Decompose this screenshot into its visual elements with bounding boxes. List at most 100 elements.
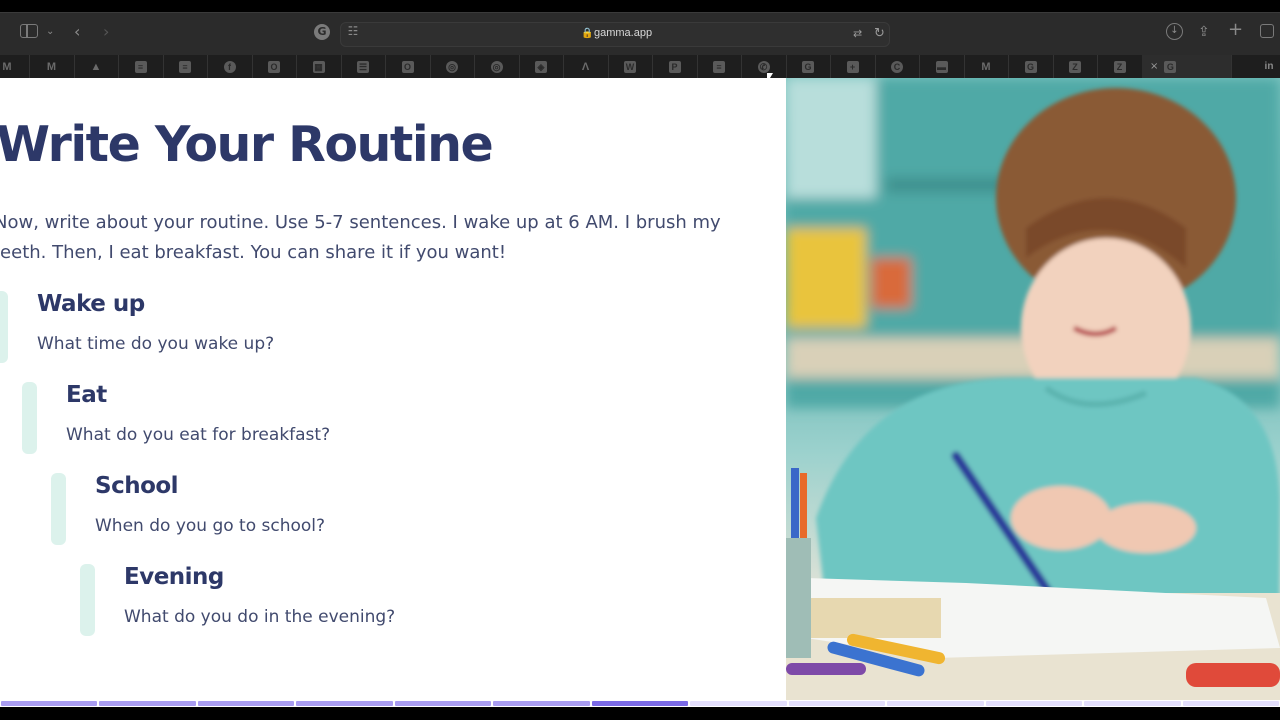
browser-tab[interactable]: Λ (564, 55, 609, 78)
lines-app-icon: ☰ (357, 60, 369, 73)
progress-segment[interactable] (690, 701, 787, 706)
browser-tab[interactable]: ◎ (430, 55, 475, 78)
browser-tab[interactable]: ☰ (341, 55, 386, 78)
browser-tab[interactable]: P (653, 55, 698, 78)
browser-tab[interactable]: ≡ (119, 55, 164, 78)
browser-tab[interactable]: Z (1098, 55, 1143, 78)
browser-tab-active[interactable]: ×GDay, Your... (1138, 55, 1232, 103)
grammarly-icon[interactable]: G (314, 24, 330, 40)
grid-app-icon: ▦ (312, 60, 325, 73)
progress-segment[interactable] (296, 701, 393, 706)
sidebar-toggle-icon[interactable] (20, 24, 38, 38)
reload-icon[interactable]: ↻ (874, 26, 885, 41)
google-docs-icon: ≡ (134, 60, 147, 73)
close-tab-icon[interactable]: × (1150, 61, 1158, 72)
progress-segment[interactable] (1, 701, 98, 706)
step-accent-bar (51, 473, 66, 545)
google-docs-icon: ≡ (713, 60, 725, 73)
browser-tab[interactable]: M (964, 55, 1009, 78)
target-app-icon: ◎ (490, 60, 503, 73)
step-question: What time do you wake up? (37, 334, 275, 354)
slide-canvas: Write Your Routine Now, write about your… (0, 78, 1280, 700)
screen-bottom-edge (0, 707, 1280, 720)
new-tab-icon[interactable]: + (1228, 20, 1243, 40)
browser-tab[interactable]: W (608, 55, 653, 78)
browser-tab[interactable]: M (0, 55, 30, 78)
target-app-icon: ◎ (446, 60, 458, 73)
step-question: When do you go to school? (95, 516, 326, 536)
facebook-icon: f (223, 60, 236, 73)
g-app-icon: G (802, 60, 814, 73)
word-icon: W (624, 60, 636, 73)
progress-segment[interactable] (985, 701, 1083, 706)
progress-segment[interactable] (1084, 701, 1181, 706)
browser-tab[interactable]: ▦ (297, 55, 342, 78)
progress-segment[interactable] (99, 701, 196, 706)
browser-tab[interactable]: G (786, 55, 831, 78)
app-icon: O (268, 60, 280, 73)
download-icon[interactable]: ↓ (1166, 23, 1183, 40)
browser-tab[interactable]: in (1258, 55, 1280, 78)
browser-tab[interactable]: G (1009, 55, 1054, 78)
progress-segment[interactable] (197, 701, 295, 706)
slide-title: Write Your Routine (0, 116, 494, 173)
step-heading: Wake up (37, 291, 145, 317)
gamma-icon: G (1164, 60, 1177, 73)
step-accent-bar (0, 291, 8, 363)
progress-segment[interactable] (788, 701, 886, 706)
step-question: What do you do in the evening? (124, 607, 396, 627)
progress-segment[interactable] (887, 701, 984, 706)
slide-intro: Now, write about your routine. Use 5-7 s… (0, 208, 734, 268)
z-app-icon: Z (1113, 60, 1126, 73)
step-heading: Eat (66, 382, 107, 408)
step-heading: Evening (124, 564, 224, 590)
browser-tab[interactable]: ◎ (475, 55, 520, 78)
browser-tab[interactable]: ≡ (697, 55, 742, 78)
g-app-icon: G (1024, 60, 1037, 73)
share-icon[interactable]: ⇪ (1198, 22, 1210, 42)
triangle-app-icon: Λ (581, 60, 590, 73)
tab-bar: MM▲≡≡fO▦☰O◎◎◈ΛWP≡✆G+C▬MGZZ×GDay, Your...… (0, 55, 1280, 103)
browser-tab[interactable]: ◈ (519, 55, 564, 78)
linkedin-icon: in (1264, 60, 1274, 72)
app-icon: ▬ (935, 60, 948, 73)
browser-tab[interactable]: O (386, 55, 431, 78)
intro-line-1: Now, write about your routine. Use 5-7 s… (0, 212, 721, 233)
browser-tab[interactable]: f (208, 55, 253, 78)
browser-tab[interactable]: ≡ (163, 55, 208, 78)
whatsapp-icon: ✆ (757, 60, 770, 73)
browser-toolbar: ⌄ ‹ › G 🔒 gamma.app ⇄ ↻ ☷ ↓ ⇪ + (0, 12, 1280, 55)
reader-view-icon[interactable]: ☷ (346, 24, 360, 38)
browser-tab[interactable]: O (252, 55, 297, 78)
forward-arrow-icon[interactable]: › (103, 22, 109, 42)
browser-tab[interactable]: ▬ (920, 55, 965, 78)
browser-tab[interactable]: M (30, 55, 75, 78)
browser-tab[interactable]: C (875, 55, 920, 78)
tab-overview-icon[interactable] (1260, 24, 1274, 38)
slide-progress-bar (0, 700, 1280, 707)
back-arrow-icon[interactable]: ‹ (74, 22, 80, 42)
slide-image[interactable] (786, 78, 1280, 700)
progress-segment[interactable] (493, 701, 590, 706)
progress-segment[interactable] (394, 701, 492, 706)
gmail-icon: M (981, 60, 991, 73)
google-drive-icon: ▲ (90, 60, 102, 73)
mouse-cursor (767, 73, 773, 83)
progress-segment-current[interactable] (591, 701, 689, 706)
z-app-icon: Z (1069, 60, 1081, 73)
app-icon: ◈ (535, 60, 547, 73)
browser-tab[interactable]: ✆ (742, 55, 787, 78)
step-question: What do you eat for breakfast? (66, 425, 331, 445)
url-text[interactable]: gamma.app (594, 27, 652, 39)
browser-tab[interactable]: ▲ (74, 55, 119, 78)
translate-icon[interactable]: ⇄ (853, 27, 862, 40)
screen-top-edge (0, 0, 1280, 12)
progress-segment[interactable] (1182, 701, 1279, 706)
step-accent-bar (22, 382, 37, 454)
browser-tab[interactable]: Z (1053, 55, 1098, 78)
app-icon: O (401, 60, 414, 73)
browser-tab[interactable]: + (831, 55, 876, 78)
chevron-down-icon[interactable]: ⌄ (46, 22, 54, 42)
address-bar[interactable]: 🔒 gamma.app ⇄ ↻ (340, 22, 890, 47)
step-accent-bar (80, 564, 95, 636)
